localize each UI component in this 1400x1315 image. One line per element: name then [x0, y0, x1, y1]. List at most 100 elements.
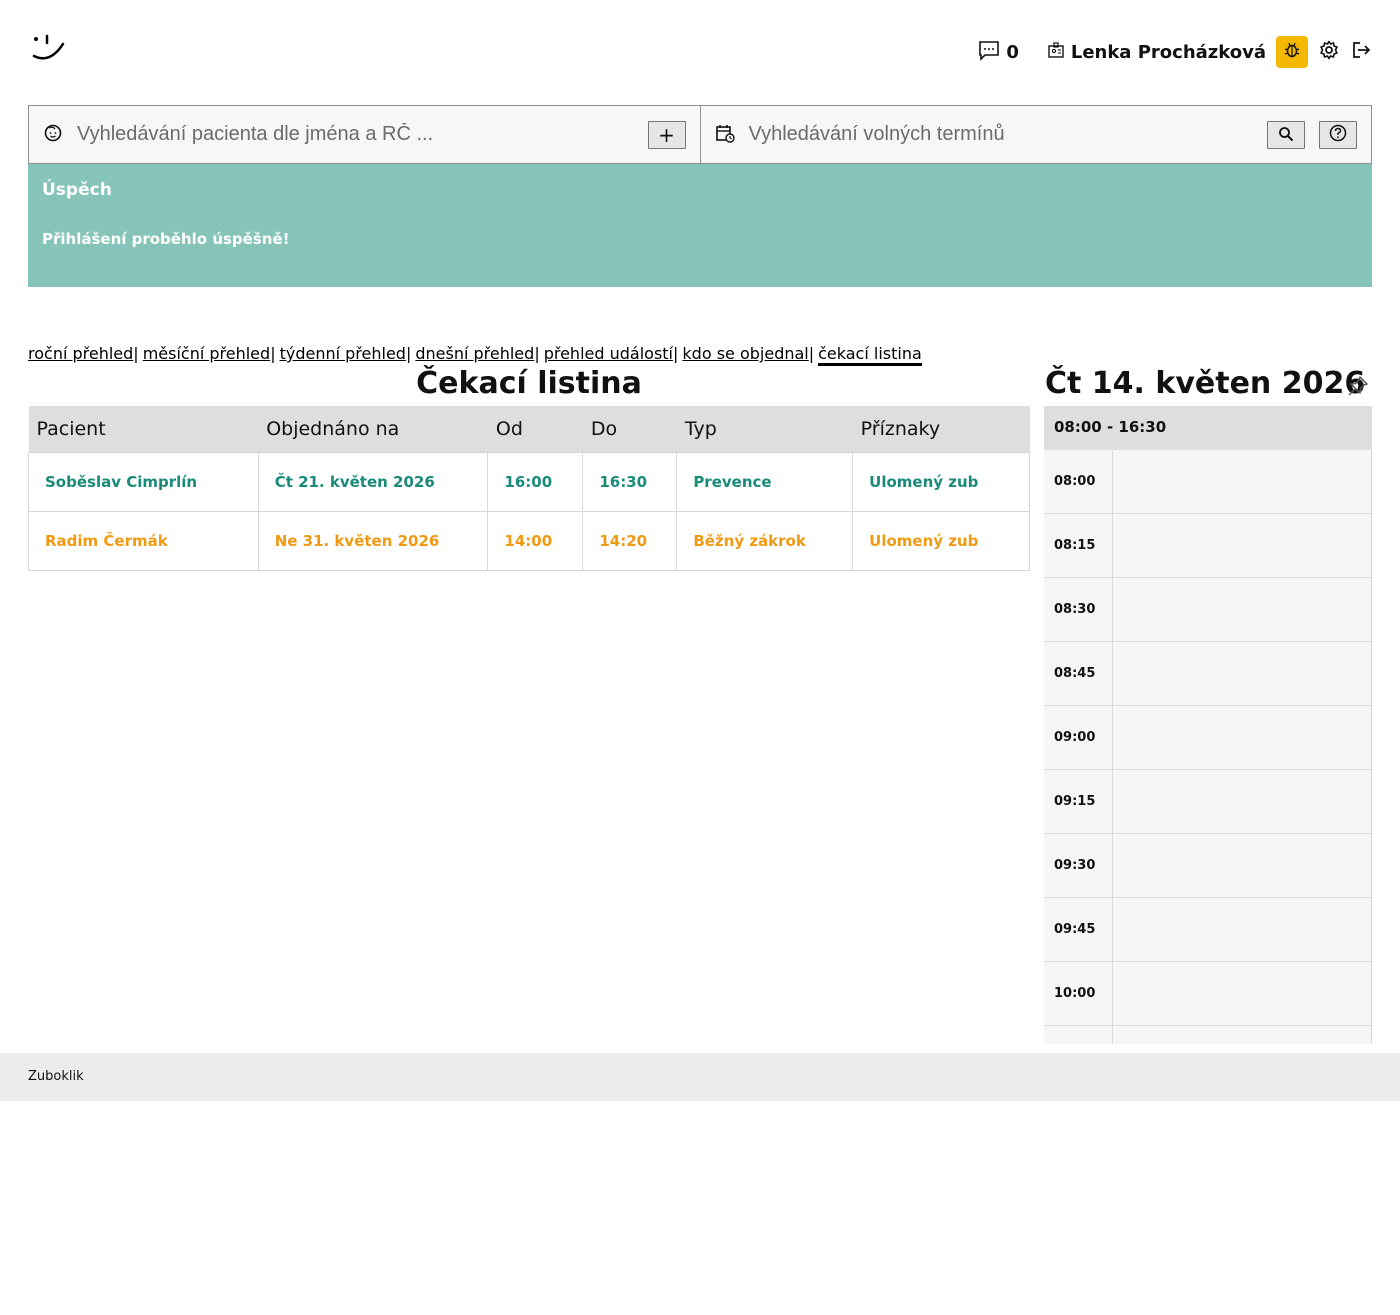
column-header[interactable]: Typ — [676, 406, 853, 452]
table-row[interactable]: Soběslav Cimprlín Čt 21. květen 2026 16:… — [28, 451, 1030, 512]
gear-icon — [1319, 40, 1339, 65]
slot-body[interactable] — [1113, 898, 1372, 961]
footer: Zuboklik — [0, 1053, 1400, 1101]
nav-who-booked[interactable]: kdo se objednal — [682, 344, 808, 366]
pin-icon — [1347, 376, 1369, 401]
slot-body[interactable] — [1113, 450, 1372, 513]
page-title: Čekací listina — [416, 366, 642, 401]
nav-today[interactable]: dnešní přehled — [415, 344, 534, 366]
column-header[interactable]: Příznaky — [852, 406, 1030, 452]
time-slot[interactable]: 08:00 — [1044, 450, 1372, 514]
slot-time — [1044, 1026, 1113, 1044]
calendar-hours: 08:00 - 16:30 — [1044, 406, 1372, 450]
add-patient-button[interactable]: + — [647, 120, 686, 149]
footer-brand: Zuboklik — [28, 1069, 84, 1084]
type-cell: Prevence — [676, 451, 854, 512]
slot-time: 09:45 — [1044, 898, 1113, 961]
nav-separator: | — [673, 344, 679, 363]
slot-time: 09:15 — [1044, 770, 1113, 833]
header-toolbar: 0 Lenka Procházková — [978, 36, 1372, 68]
help-button[interactable] — [1319, 120, 1357, 149]
date-cell: Čt 21. květen 2026 — [257, 451, 489, 512]
alert-message: Přihlášení proběhlo úspěšně! — [42, 230, 290, 248]
slot-body[interactable] — [1113, 834, 1372, 897]
patient-cell[interactable]: Soběslav Cimprlín — [28, 451, 259, 512]
user-name: Lenka Procházková — [1070, 41, 1266, 63]
column-header[interactable]: Od — [487, 406, 583, 452]
to-cell: 16:30 — [582, 451, 678, 512]
nav-weekly[interactable]: týdenní přehled — [280, 344, 406, 366]
patient-search-input[interactable] — [77, 123, 648, 146]
slot-body[interactable] — [1113, 514, 1372, 577]
nav-waiting-list[interactable]: čekací listina — [818, 344, 922, 366]
slot-time: 10:00 — [1044, 962, 1113, 1025]
baby-face-icon — [43, 123, 63, 147]
day-calendar: 08:00 - 16:30 08:00 08:15 08:30 08:45 09… — [1044, 406, 1372, 1044]
slot-time: 08:45 — [1044, 642, 1113, 705]
nav-yearly[interactable]: roční přehled — [28, 344, 133, 366]
terms-search — [699, 106, 1372, 163]
search-icon — [1278, 123, 1294, 147]
type-cell: Běžný zákrok — [676, 510, 854, 571]
nav-separator: | — [534, 344, 540, 363]
slot-body[interactable] — [1113, 770, 1372, 833]
alert-title: Úspěch — [42, 180, 112, 200]
user-card-icon — [1047, 41, 1065, 64]
slot-body[interactable] — [1113, 706, 1372, 769]
nav-separator: | — [133, 344, 139, 363]
column-header[interactable]: Do — [582, 406, 677, 452]
slot-time: 08:15 — [1044, 514, 1113, 577]
nav-separator: | — [405, 344, 412, 363]
slot-body[interactable] — [1113, 578, 1372, 641]
time-slot[interactable]: 09:00 — [1044, 706, 1372, 770]
nav-monthly[interactable]: měsíční přehled — [143, 344, 271, 366]
symptoms-cell: Ulomený zub — [852, 451, 1030, 512]
waiting-list-table: Pacient Objednáno na Od Do Typ Příznaky … — [28, 406, 1030, 571]
chat-icon — [978, 39, 1000, 66]
success-alert: Úspěch Přihlášení proběhlo úspěšně! — [28, 164, 1372, 287]
user-profile[interactable]: Lenka Procházková — [1047, 41, 1266, 64]
messages-button[interactable]: 0 — [978, 39, 1037, 66]
slot-time: 08:00 — [1044, 450, 1113, 513]
time-slot[interactable]: 08:15 — [1044, 514, 1372, 578]
settings-button[interactable] — [1318, 40, 1340, 65]
time-slot[interactable] — [1044, 1026, 1372, 1044]
slot-time: 09:00 — [1044, 706, 1113, 769]
column-header[interactable]: Objednáno na — [258, 406, 488, 452]
patient-cell[interactable]: Radim Čermák — [28, 510, 259, 571]
message-count: 0 — [1006, 41, 1019, 63]
terms-search-input[interactable] — [748, 123, 1267, 146]
time-slot[interactable]: 09:45 — [1044, 898, 1372, 962]
view-nav: roční přehled | měsíční přehled | týdenní … — [28, 344, 922, 366]
logout-icon — [1351, 40, 1371, 65]
time-slot[interactable]: 08:45 — [1044, 642, 1372, 706]
patient-search: + — [29, 106, 700, 163]
calendar-clock-icon — [715, 123, 735, 147]
slot-time: 09:30 — [1044, 834, 1113, 897]
date-cell: Ne 31. květen 2026 — [257, 510, 489, 571]
slot-body[interactable] — [1113, 1026, 1372, 1044]
bug-report-button[interactable] — [1276, 36, 1308, 68]
bug-icon — [1282, 40, 1302, 65]
nav-events[interactable]: přehled událostí — [544, 344, 673, 366]
table-row[interactable]: Radim Čermák Ne 31. květen 2026 14:00 14… — [28, 510, 1030, 571]
search-bar: + — [28, 105, 1372, 164]
time-slot[interactable]: 08:30 — [1044, 578, 1372, 642]
time-slot[interactable]: 10:00 — [1044, 962, 1372, 1026]
smile-logo[interactable] — [28, 30, 68, 66]
calendar-date-title: Čt 14. květen 2026 — [1045, 366, 1366, 401]
pin-button[interactable] — [1347, 375, 1369, 397]
column-header[interactable]: Pacient — [28, 406, 259, 452]
to-cell: 14:20 — [582, 510, 678, 571]
slot-body[interactable] — [1113, 642, 1372, 705]
slot-body[interactable] — [1113, 962, 1372, 1025]
table-header-row: Pacient Objednáno na Od Do Typ Příznaky — [28, 406, 1030, 452]
time-slot[interactable]: 09:15 — [1044, 770, 1372, 834]
from-cell: 14:00 — [487, 510, 584, 571]
symptoms-cell: Ulomený zub — [852, 510, 1030, 571]
help-icon — [1329, 123, 1347, 147]
logout-button[interactable] — [1350, 41, 1372, 63]
time-slot[interactable]: 09:30 — [1044, 834, 1372, 898]
from-cell: 16:00 — [487, 451, 584, 512]
search-button[interactable] — [1267, 120, 1305, 149]
